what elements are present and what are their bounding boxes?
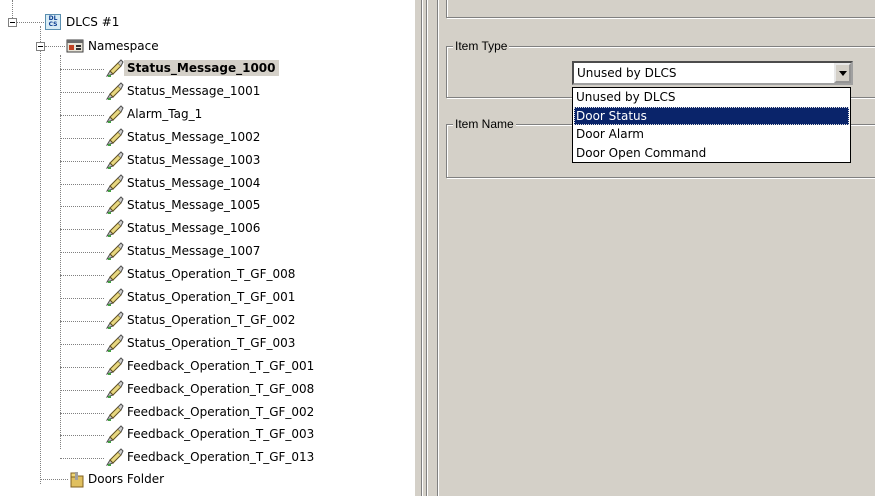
item-type-dropdown-list[interactable]: Unused by DLCS Door Status Door Alarm Door …: [572, 87, 851, 163]
tree-item[interactable]: Status_Message_1000: [124, 60, 279, 76]
top-groupbox: [446, 0, 875, 18]
dropdown-option[interactable]: Door Open Command: [574, 144, 849, 162]
tree-item[interactable]: Status_Message_1005: [127, 197, 260, 213]
folder-icon: [70, 472, 84, 488]
tree-item[interactable]: Status_Operation_T_GF_001: [127, 289, 295, 305]
splitter-edge: [427, 0, 428, 496]
tag-icon: [104, 288, 124, 308]
dlcs-icon: DL CS: [45, 14, 61, 30]
tree-line: [60, 183, 104, 185]
tag-icon: [104, 448, 124, 468]
tree-item[interactable]: Status_Message_1002: [127, 129, 260, 145]
tag-icon: [104, 334, 124, 354]
tag-icon: [104, 173, 124, 194]
dropdown-option[interactable]: Door Alarm: [574, 125, 849, 143]
tag-icon: [104, 82, 124, 102]
tag-icon: [104, 356, 124, 377]
collapse-root-toggle[interactable]: [8, 18, 17, 27]
tree-namespace-label[interactable]: Namespace: [88, 38, 159, 54]
tree-folder-label[interactable]: Doors Folder: [88, 471, 164, 487]
tree-item[interactable]: Feedback_Operation_T_GF_003: [127, 426, 314, 442]
tag-icon: [104, 379, 124, 400]
tree-line: [17, 22, 44, 23]
tag-icon: [104, 265, 124, 285]
dropdown-arrow-icon[interactable]: [834, 63, 851, 83]
tag-icon: [104, 105, 124, 125]
tree-line: [60, 458, 104, 460]
tree-item[interactable]: Status_Message_1001: [127, 83, 260, 99]
tree-line: [60, 229, 104, 231]
tree-line: [45, 46, 65, 47]
namespace-icon: [66, 39, 84, 53]
item-name-title: Item Name: [453, 117, 516, 131]
tag-icon: [104, 59, 124, 79]
item-type-select[interactable]: Unused by DLCS: [572, 61, 853, 85]
tree-view[interactable]: DL CS DLCS #1 Namespace Status_Message_1…: [0, 0, 415, 496]
collapse-namespace-toggle[interactable]: [36, 42, 45, 51]
tree-line: [60, 69, 104, 70]
item-type-value: Unused by DLCS: [577, 66, 677, 80]
tag-icon: [104, 402, 124, 423]
tree-line: [60, 366, 104, 368]
tree-item[interactable]: Feedback_Operation_T_GF_008: [127, 381, 314, 397]
dropdown-option[interactable]: Unused by DLCS: [574, 88, 849, 106]
splitter-edge: [422, 0, 423, 496]
tag-icon: [104, 425, 124, 445]
tree-line: [40, 26, 41, 484]
dropdown-option[interactable]: Door Status: [574, 106, 849, 125]
tree-item[interactable]: Feedback_Operation_T_GF_002: [127, 404, 314, 420]
tree-line: [60, 343, 104, 345]
tree-line: [60, 389, 104, 391]
tree-item[interactable]: Status_Message_1007: [127, 243, 260, 259]
tree-line: [60, 114, 104, 116]
tree-line: [60, 435, 104, 437]
splitter-edge: [438, 0, 439, 496]
tree-item[interactable]: Status_Operation_T_GF_003: [127, 335, 295, 351]
tree-item[interactable]: Status_Operation_T_GF_008: [127, 266, 295, 282]
tree-line: [60, 412, 104, 414]
tree-line: [40, 479, 68, 480]
tree-root-label[interactable]: DLCS #1: [66, 14, 119, 30]
tree-line: [60, 91, 104, 93]
tree-line: [60, 160, 104, 162]
tree-item[interactable]: Feedback_Operation_T_GF_013: [127, 449, 314, 465]
tag-icon: [104, 127, 124, 148]
tree-item[interactable]: Feedback_Operation_T_GF_001: [127, 358, 314, 374]
tree-item[interactable]: Status_Message_1003: [127, 152, 260, 168]
properties-panel: Item Type Item Name Unused by DLCS Unuse…: [441, 0, 875, 496]
pane-splitter[interactable]: [415, 0, 441, 496]
tree-item[interactable]: Alarm_Tag_1: [127, 106, 202, 122]
tree-item[interactable]: Status_Operation_T_GF_002: [127, 312, 295, 328]
tag-icon: [104, 150, 124, 171]
tree-line: [60, 320, 104, 322]
tree-line: [60, 298, 104, 299]
tag-icon: [104, 196, 124, 216]
tag-icon: [104, 219, 124, 239]
tree-line: [60, 206, 104, 208]
tag-icon: [104, 311, 124, 331]
tree-line: [60, 252, 104, 254]
item-type-title: Item Type: [453, 39, 510, 53]
tree-line: [60, 275, 104, 277]
tree-line: [12, 0, 13, 18]
tag-icon: [104, 242, 124, 262]
tree-item[interactable]: Status_Message_1006: [127, 220, 260, 236]
tree-line: [60, 137, 104, 139]
tree-item[interactable]: Status_Message_1004: [127, 175, 260, 191]
